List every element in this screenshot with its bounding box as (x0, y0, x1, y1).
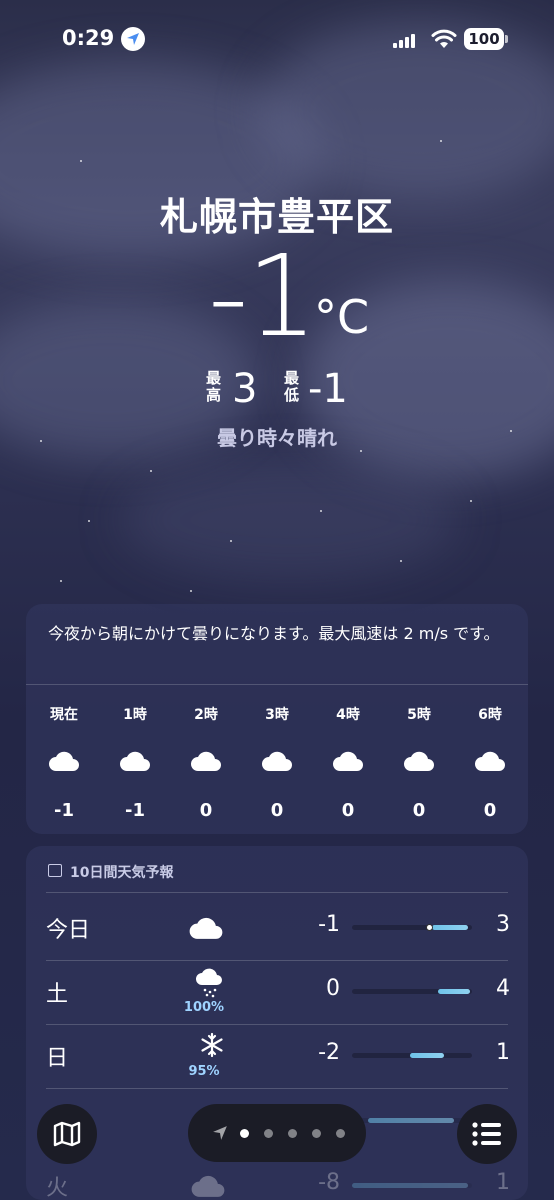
cloud-icon (333, 751, 363, 771)
divider (46, 892, 508, 893)
page-dot[interactable] (312, 1129, 321, 1138)
day-label: 土 (46, 982, 69, 1007)
temperature-range-bar (352, 924, 472, 931)
low-temp: 0 (326, 976, 340, 1001)
low-temp: -2 (318, 1040, 340, 1065)
location-arrow-icon (213, 1126, 227, 1140)
hour-label: 2時 (194, 707, 218, 723)
page-dot[interactable] (336, 1129, 345, 1138)
temperature-range-bar (352, 989, 472, 994)
hour-label: 現在 (50, 707, 78, 723)
list-icon (472, 1122, 501, 1146)
map-button[interactable] (37, 1104, 97, 1164)
hour-label: 4時 (336, 707, 360, 723)
city-list-button[interactable] (457, 1104, 517, 1164)
hour-temp: 0 (270, 800, 284, 821)
current-temperature: -1 (0, 232, 554, 362)
low-label: 最低 (284, 369, 300, 404)
cloud-icon (191, 751, 221, 771)
precip-chance: 100% (183, 1000, 225, 1015)
temperature-unit: °C (314, 290, 370, 344)
high-temp: 4 (496, 976, 510, 1001)
cellular-signal-icon (393, 32, 421, 48)
page-indicator[interactable] (188, 1104, 366, 1162)
forecast-row[interactable]: 今日 -1 3 (26, 896, 528, 960)
hour-label: 1時 (123, 707, 147, 723)
hour-temp: 0 (341, 800, 355, 821)
battery-indicator: 100 (464, 28, 508, 50)
forecast-summary: 今夜から朝にかけて曇りになります。最大風速は 2 m/s です。 (48, 624, 500, 643)
precip-chance: 95% (188, 1064, 220, 1079)
temperature-value: -1 (208, 232, 318, 362)
forecast-row[interactable]: 土 100% 0 4 (26, 960, 528, 1024)
cloud-icon (191, 1175, 225, 1197)
day-label: 今日 (46, 918, 91, 943)
temperature-range-bar (352, 1183, 472, 1188)
hourly-forecast-card[interactable]: 今夜から朝にかけて曇りになります。最大風速は 2 m/s です。 現在 -1 1… (26, 604, 528, 834)
hour-temp: 0 (199, 800, 213, 821)
high-label: 最高 (206, 369, 222, 404)
calendar-icon (48, 864, 62, 877)
divider (26, 684, 528, 685)
high-temp: 1 (496, 1170, 510, 1195)
current-temp-dot (426, 924, 433, 931)
day-label: 日 (46, 1046, 69, 1071)
high-low-temperatures: 最高 3 最低 -1 (0, 366, 554, 412)
page-dot[interactable] (264, 1129, 273, 1138)
hour-temp: -1 (54, 800, 74, 821)
hour-label: 6時 (478, 707, 502, 723)
page-dot[interactable] (288, 1129, 297, 1138)
low-temp: -8 (318, 1170, 340, 1195)
high-temp: 3 (496, 912, 510, 937)
cloud-icon (49, 751, 79, 771)
temperature-range-bar (352, 1118, 472, 1123)
status-time: 0:29 (62, 26, 115, 50)
cloud-icon (475, 751, 505, 771)
cloud-icon (120, 751, 150, 771)
forecast-title: 10日間天気予報 (70, 865, 174, 881)
hour-temp: -1 (125, 800, 145, 821)
map-icon (53, 1121, 81, 1147)
page-dot-active[interactable] (240, 1129, 249, 1138)
hour-label: 5時 (407, 707, 431, 723)
cloud-icon (262, 751, 292, 771)
hour-temp: 0 (483, 800, 497, 821)
forecast-row[interactable]: 日 95% -2 1 (26, 1024, 528, 1088)
cloud-icon (404, 751, 434, 771)
hour-label: 3時 (265, 707, 289, 723)
wifi-icon (431, 29, 457, 48)
condition-text: 曇り時々晴れ (217, 426, 337, 450)
cloud-snow-icon (196, 968, 222, 998)
hour-temp: 0 (412, 800, 426, 821)
high-temp: 1 (496, 1040, 510, 1065)
location-arrow-icon (121, 27, 145, 51)
low-temp: -1 (318, 912, 340, 937)
cloud-icon (189, 917, 223, 939)
snowflake-icon (201, 1032, 223, 1058)
temperature-range-bar (352, 1053, 472, 1058)
low-value: -1 (308, 366, 348, 412)
status-bar: 0:29 100 (0, 22, 554, 56)
high-value: 3 (232, 366, 258, 412)
day-label: 火 (46, 1176, 69, 1200)
